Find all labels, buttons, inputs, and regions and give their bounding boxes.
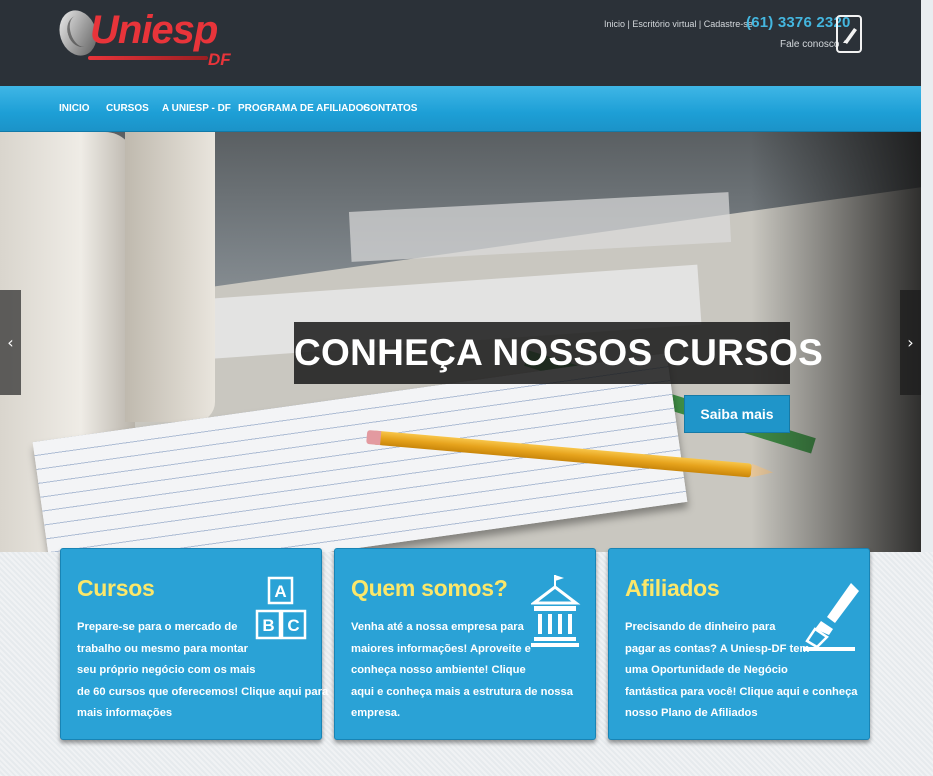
card-text-line: trabalho ou mesmo para montar — [77, 642, 248, 655]
card-text-line: Precisando de dinheiro para — [625, 621, 776, 633]
hero-slider: CONHEÇA NOSSOS CURSOS Saiba mais ‹ › — [0, 132, 921, 552]
hero-photo-chair — [125, 132, 215, 422]
toplink-escritorio-virtual[interactable]: Escritório virtual — [632, 19, 696, 29]
card-title: Afiliados — [625, 575, 720, 601]
card-text-line: pagar as contas? A Uniesp-DF tem — [625, 642, 810, 655]
nav-item-programa-de-afiliados[interactable]: PROGRAMA DE AFILIADOS — [238, 103, 370, 114]
nav-item-inicio[interactable]: INICIO — [59, 103, 90, 114]
card-text-line: mais informações — [77, 707, 173, 719]
svg-text:A: A — [274, 582, 286, 601]
card-text-line: Venha até a nossa empresa para — [351, 621, 524, 633]
phone-number: (61) 3376 2320 — [746, 14, 851, 31]
nav-item-contatos[interactable]: CONTATOS — [363, 103, 417, 114]
contact-link[interactable]: Fale conosco — [780, 39, 839, 50]
main-nav: INICIO CURSOS A UNIESP - DF PROGRAMA DE … — [0, 86, 921, 132]
uniesp-logo[interactable]: Uniesp DF — [53, 5, 238, 76]
slider-next-arrow[interactable]: › — [900, 290, 921, 395]
nav-item-cursos[interactable]: CURSOS — [106, 103, 149, 114]
card-text-line: aqui e conheça mais a estrutura de nossa — [351, 685, 573, 698]
card-text-line: conheça nosso ambiente! Clique — [351, 664, 526, 676]
card-text-line: uma Oportunidade de Negócio — [625, 664, 788, 676]
card-afiliados[interactable]: Afiliados Precisando de dinheiro para pa… — [608, 548, 870, 740]
card-description: Venha até a nossa empresa para maiores i… — [351, 617, 573, 725]
logo-suffix: DF — [208, 50, 231, 69]
card-description: Precisando de dinheiro para pagar as con… — [625, 617, 858, 725]
card-text-line: maiores informações! Aproveite e — [351, 642, 531, 655]
nav-item-a-uniesp-df[interactable]: A UNIESP - DF — [162, 103, 231, 114]
card-text-line: nosso Plano de Afiliados — [625, 707, 758, 719]
saiba-mais-button[interactable]: Saiba mais — [684, 395, 790, 433]
card-title: Quem somos? — [351, 575, 508, 601]
hero-title: CONHEÇA NOSSOS CURSOS — [294, 322, 823, 384]
card-text-line: seu próprio negócio com os mais — [77, 664, 256, 676]
toplink-inicio[interactable]: Inicio — [604, 19, 625, 29]
phone-icon[interactable] — [836, 15, 862, 53]
slider-prev-arrow[interactable]: ‹ — [0, 290, 21, 395]
card-text-line: de 60 cursos que oferecemos! Clique aqui… — [77, 685, 329, 698]
logo-swoosh — [88, 56, 208, 60]
card-cursos[interactable]: Cursos A B C Prepare-se para o mercado d… — [60, 548, 328, 740]
card-title: Cursos — [77, 575, 155, 601]
top-links: Inicio | Escritório virtual | Cadastre-s… — [604, 19, 753, 29]
card-text-line: empresa. — [351, 707, 401, 719]
card-text-line: Prepare-se para o mercado de — [77, 621, 238, 633]
card-description: Prepare-se para o mercado de trabalho ou… — [77, 617, 328, 725]
card-text-line: fantástica para você! Clique aqui e conh… — [625, 685, 858, 698]
site-header: Uniesp DF Inicio | Escritório virtual | … — [0, 0, 921, 86]
logo-wordmark: Uniesp — [90, 8, 218, 52]
card-quem-somos[interactable]: Quem somos? Venha até a nossa empresa pa… — [334, 548, 596, 740]
